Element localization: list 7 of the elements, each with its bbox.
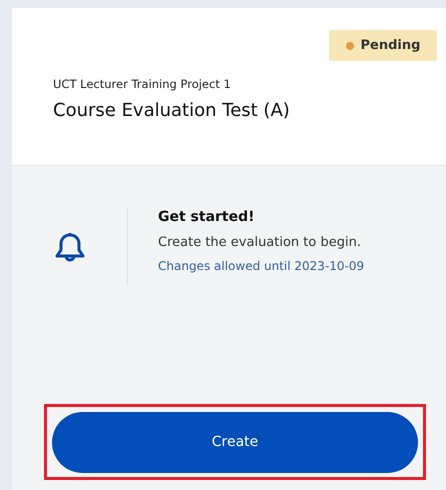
- create-button[interactable]: Create: [52, 412, 418, 472]
- notice-message: Create the evaluation to begin.: [158, 235, 362, 250]
- notice-heading: Get started!: [158, 209, 256, 225]
- evaluation-title: Course Evaluation Test (A): [53, 100, 291, 121]
- project-name: UCT Lecturer Training Project 1: [53, 77, 232, 91]
- deadline-link[interactable]: Changes allowed until 2023-10-09: [158, 259, 364, 273]
- status-label: Pending: [360, 38, 420, 53]
